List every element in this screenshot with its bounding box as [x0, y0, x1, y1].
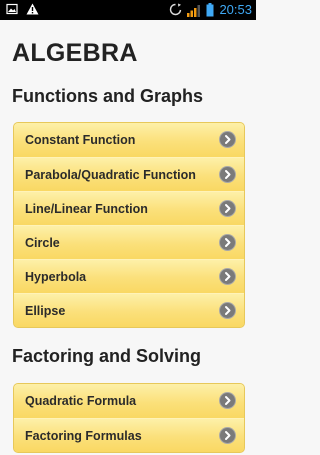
list-item-label: Parabola/Quadratic Function [25, 168, 196, 182]
main-content: ALGEBRA Functions and Graphs Constant Fu… [0, 20, 256, 455]
status-bar: 20:53 [0, 0, 256, 20]
list-item-circle[interactable]: Circle [14, 225, 244, 259]
list-item-constant-function[interactable]: Constant Function [14, 123, 244, 157]
sync-icon [169, 3, 182, 17]
list-item-label: Line/Linear Function [25, 202, 148, 216]
section-title-factoring-and-solving: Factoring and Solving [12, 346, 202, 366]
chevron-right-icon [220, 269, 235, 284]
status-time: 20:53 [219, 2, 252, 17]
list-item-hyperbola[interactable]: Hyperbola [14, 259, 244, 293]
list-item-label: Quadratic Formula [25, 394, 137, 408]
list-item-line-linear-function[interactable]: Line/Linear Function [14, 191, 244, 225]
list-item-label: Ellipse [25, 304, 66, 318]
chevron-right-icon [220, 303, 235, 318]
functions-and-graphs-list: Constant Function Parabola/Quadratic Fun… [13, 122, 245, 328]
chevron-right-icon [220, 428, 235, 443]
image-notification-icon [6, 3, 18, 15]
chevron-right-icon [220, 167, 235, 182]
chevron-right-icon [220, 235, 235, 250]
battery-icon [206, 3, 214, 17]
signal-icon [187, 4, 201, 17]
app-title: ALGEBRA [12, 39, 138, 67]
list-item-factoring-formulas[interactable]: Factoring Formulas [14, 418, 244, 452]
list-item-ellipse[interactable]: Ellipse [14, 293, 244, 327]
list-item-label: Hyperbola [25, 270, 87, 284]
factoring-and-solving-list: Quadratic Formula Factoring Formulas [13, 383, 245, 453]
chevron-right-icon [220, 393, 235, 408]
list-item-parabola-quadratic-function[interactable]: Parabola/Quadratic Function [14, 157, 244, 191]
chevron-right-icon [220, 132, 235, 147]
chevron-right-icon [220, 201, 235, 216]
list-item-label: Circle [25, 236, 60, 250]
list-item-quadratic-formula[interactable]: Quadratic Formula [14, 384, 244, 418]
warning-icon [26, 3, 39, 15]
section-title-functions-and-graphs: Functions and Graphs [12, 86, 204, 106]
list-item-label: Constant Function [25, 133, 136, 147]
list-item-label: Factoring Formulas [25, 429, 142, 443]
